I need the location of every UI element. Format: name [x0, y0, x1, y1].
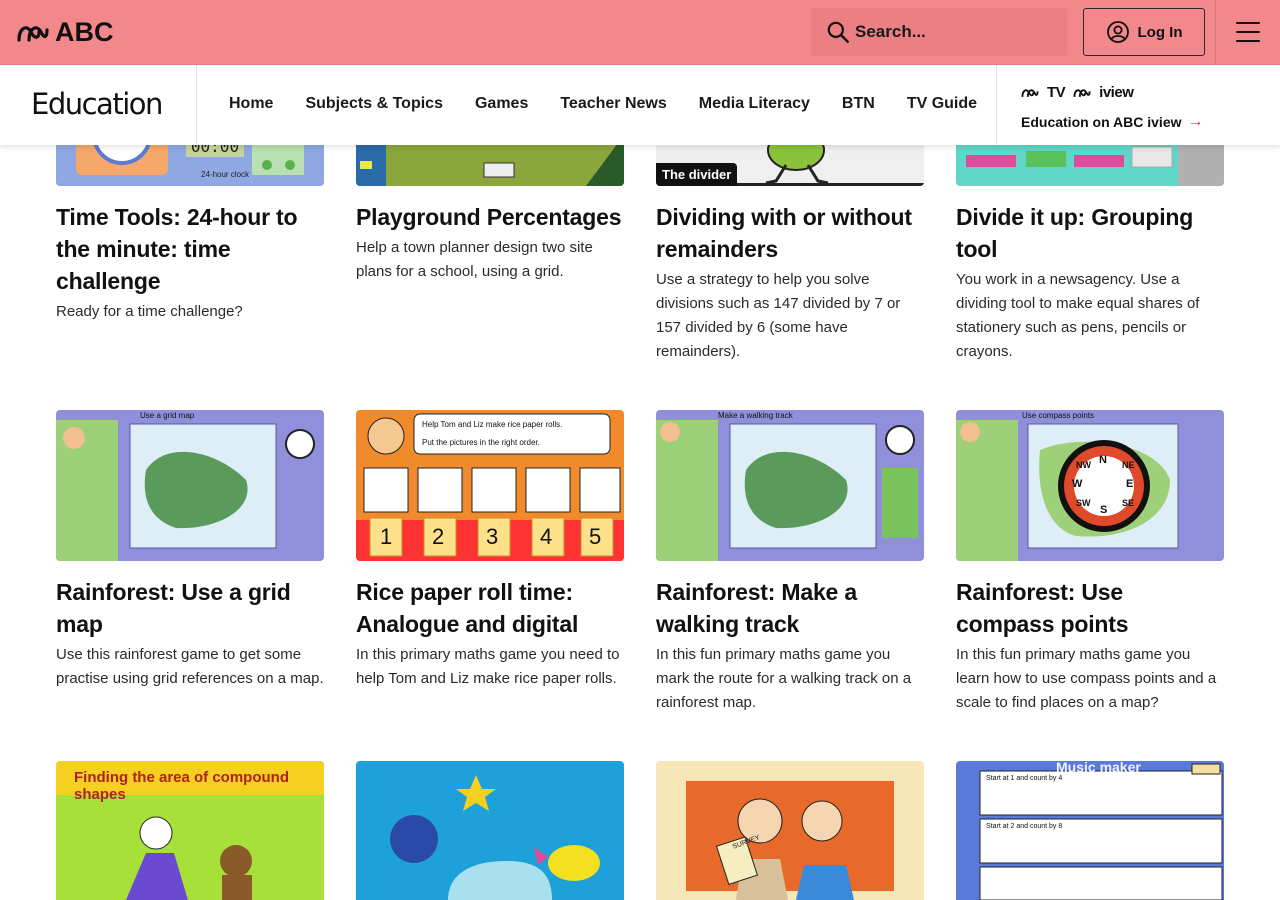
card-tag: The divider	[656, 163, 738, 186]
nav-link-btn[interactable]: BTN	[842, 95, 875, 113]
nav-link-games[interactable]: Games	[475, 95, 528, 113]
search-icon	[827, 21, 849, 43]
iview-brand-iview: iview	[1099, 83, 1134, 101]
card-thumbnail[interactable]: Make a walking track	[656, 410, 924, 561]
card-description: In this primary maths game you need to h…	[356, 646, 620, 687]
compass-west: W	[1072, 478, 1083, 490]
grid-map-illustration	[56, 410, 324, 561]
number-tile: 4	[540, 524, 553, 549]
card-title[interactable]: Rice paper roll time: Analogue and digit…	[356, 576, 624, 640]
section-title[interactable]: Education	[31, 87, 163, 121]
card-thumbnail[interactable]: Use a grid map	[56, 410, 324, 561]
card-description: You work in a newsagency. Use a dividing…	[956, 271, 1200, 360]
thumb-caption: 24-hour clock	[201, 170, 250, 179]
thumb-caption: Music maker	[1056, 761, 1141, 775]
thumb-caption: Make a walking track	[718, 411, 793, 420]
hamburger-menu-icon[interactable]	[1236, 22, 1260, 42]
game-card[interactable]: Rainforest: Make a walking track In this…	[656, 576, 924, 715]
nav-divider	[196, 65, 197, 145]
abc-logo-icon	[17, 26, 49, 42]
card-thumbnail[interactable]	[356, 761, 624, 900]
card-description: In this fun primary maths game you learn…	[956, 646, 1217, 711]
card-description: Use a strategy to help you solve divisio…	[656, 271, 901, 360]
card-thumbnail[interactable]: Finding the area of compound shapes	[56, 761, 324, 900]
login-button[interactable]: Log In	[1083, 8, 1205, 56]
iview-brand: TV iview	[1021, 83, 1204, 101]
card-title[interactable]: Divide it up: Grouping tool	[956, 201, 1224, 265]
card-description: In this fun primary maths game you mark …	[656, 646, 912, 711]
card-description: Ready for a time challenge?	[56, 303, 243, 320]
card-description: Help a town planner design two site plan…	[356, 239, 593, 280]
search-input[interactable]	[855, 22, 1045, 42]
thumb-caption: Use compass points	[1022, 411, 1095, 420]
game-card[interactable]: Time Tools: 24-hour to the minute: time …	[56, 201, 324, 324]
number-tile: 2	[432, 524, 445, 549]
abc-logo-text: ABC	[55, 17, 114, 47]
abc-logo-icon	[1021, 88, 1039, 97]
card-thumbnail[interactable]: SURVEY	[656, 761, 924, 900]
survey-illustration	[656, 761, 924, 900]
card-description: Use this rainforest game to get some pra…	[56, 646, 324, 687]
login-label: Log In	[1137, 23, 1183, 41]
game-card[interactable]: Divide it up: Grouping tool You work in …	[956, 201, 1224, 364]
card-title[interactable]: Playground Percentages	[356, 201, 624, 233]
thumb-caption: Finding the area of compound shapes	[74, 769, 289, 803]
compass-illustration	[956, 410, 1224, 561]
card-thumbnail[interactable]: Help Tom and Liz make rice paper rolls. …	[356, 410, 624, 561]
card-title[interactable]: Dividing with or without remainders	[656, 201, 924, 265]
thumb-line2: Start at 2 and count by 8	[986, 823, 1063, 830]
compass-northwest: NW	[1076, 460, 1091, 470]
game-card[interactable]: Playground Percentages Help a town plann…	[356, 201, 624, 284]
thumb-caption: Use a grid map	[140, 411, 195, 420]
iview-link[interactable]: Education on ABC iview →	[1021, 113, 1204, 131]
fishbowl-illustration	[356, 761, 624, 900]
card-thumbnail[interactable]: Music maker Start at 1 and count by 4 St…	[956, 761, 1224, 900]
game-card[interactable]: Rainforest: Use compass points In this f…	[956, 576, 1224, 715]
nav-link-home[interactable]: Home	[229, 95, 273, 113]
iview-link-label: Education on ABC iview	[1021, 114, 1182, 130]
compass-northeast: NE	[1122, 460, 1135, 470]
compass-southwest: SW	[1076, 498, 1091, 508]
nav-link-teacher-news[interactable]: Teacher News	[560, 95, 666, 113]
card-title[interactable]: Time Tools: 24-hour to the minute: time …	[56, 201, 324, 297]
nav-links: Home Subjects & Topics Games Teacher New…	[229, 95, 977, 113]
search-box[interactable]	[811, 8, 1067, 56]
game-card[interactable]: Dividing with or without remainders Use …	[656, 201, 924, 364]
education-nav: Education Home Subjects & Topics Games T…	[0, 65, 1280, 145]
compass-south: S	[1100, 504, 1108, 516]
walking-track-illustration	[656, 410, 924, 561]
game-card[interactable]: Rainforest: Use a grid map Use this rain…	[56, 576, 324, 691]
game-card[interactable]: Rice paper roll time: Analogue and digit…	[356, 576, 624, 691]
card-thumbnail[interactable]: Use compass points N NE E SE S SW W NW	[956, 410, 1224, 561]
number-tile: 1	[380, 524, 393, 549]
card-title[interactable]: Rainforest: Use a grid map	[56, 576, 324, 640]
site-header: ABC Log In	[0, 0, 1280, 65]
thumb-line1: Start at 1 and count by 4	[986, 775, 1063, 782]
nav-link-subjects[interactable]: Subjects & Topics	[305, 95, 443, 113]
header-divider	[1215, 0, 1216, 64]
number-tile: 3	[486, 524, 499, 549]
compass-north: N	[1099, 454, 1107, 466]
iview-promo[interactable]: TV iview Education on ABC iview →	[1021, 83, 1204, 131]
nav-divider	[996, 65, 997, 145]
nav-link-media-literacy[interactable]: Media Literacy	[699, 95, 810, 113]
compass-southeast: SE	[1122, 498, 1135, 508]
number-tile: 5	[589, 524, 602, 549]
abc-logo-icon	[1073, 88, 1091, 97]
speech-bubble-line2: Put the pictures in the right order.	[422, 438, 540, 447]
compass-east: E	[1126, 478, 1134, 490]
card-title[interactable]: Rainforest: Use compass points	[956, 576, 1224, 640]
arrow-right-icon: →	[1187, 113, 1204, 130]
card-title[interactable]: Rainforest: Make a walking track	[656, 576, 924, 640]
iview-brand-tv: TV	[1047, 83, 1066, 101]
nav-link-tv-guide[interactable]: TV Guide	[907, 95, 977, 113]
speech-bubble-line1: Help Tom and Liz make rice paper rolls.	[422, 420, 563, 429]
abc-logo[interactable]: ABC	[17, 17, 114, 47]
user-icon	[1106, 21, 1129, 43]
